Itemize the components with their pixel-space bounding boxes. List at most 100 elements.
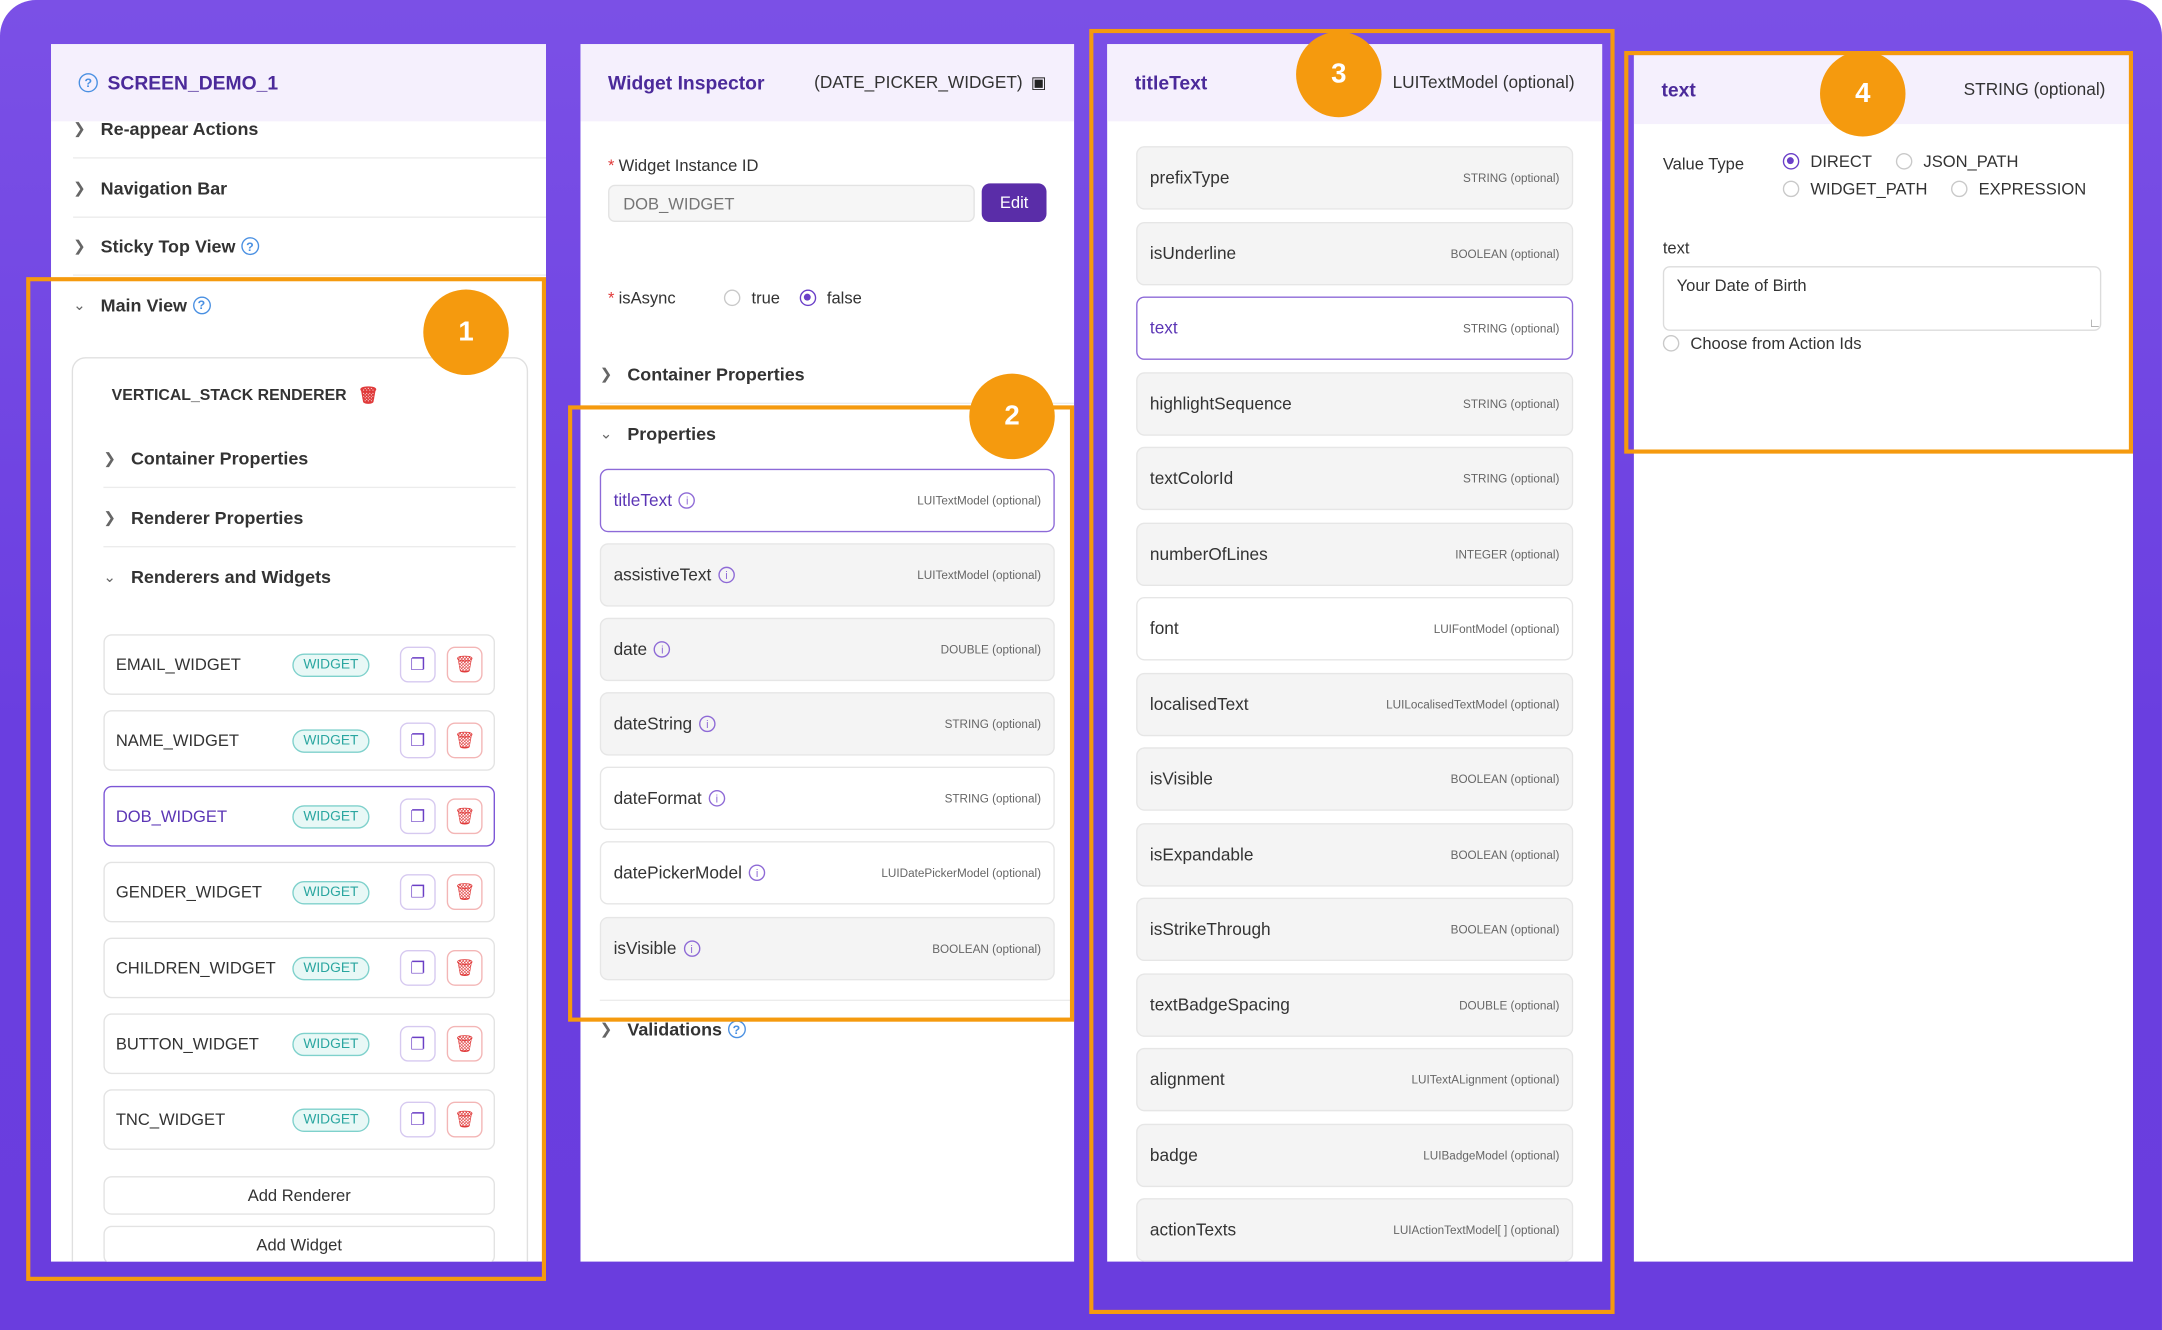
prop-name: dateString [613,714,693,734]
trash-icon[interactable]: 🗑 [446,874,483,911]
prop-type: BOOLEAN (optional) [1450,922,1560,937]
prop-type: STRING (optional) [1463,170,1560,185]
trash-icon[interactable]: 🗑 [446,798,483,835]
prop-name: alignment [1149,1069,1225,1090]
widget-row-gender[interactable]: GENDER_WIDGET WIDGET ❐ 🗑 [103,861,495,923]
title-text-prop-row[interactable]: text STRING (optional) [1136,296,1574,360]
prop-row[interactable]: assistiveText i LUITextModel (optional) [599,543,1055,607]
row-label: Properties [627,422,717,444]
title-text-prop-row[interactable]: textColorId STRING (optional) [1136,446,1574,511]
title-text-prop-row[interactable]: textBadgeSpacing DOUBLE (optional) [1136,972,1574,1037]
copy-icon[interactable]: ❐ [399,722,436,759]
trash-icon[interactable]: 🗑 [446,646,483,683]
chevron-right-icon: ❯ [73,180,86,198]
renderer-title-row: VERTICAL_STACK RENDERER 🗑 [112,386,379,405]
title-text-prop-row[interactable]: isUnderline BOOLEAN (optional) [1136,221,1574,285]
radio-json-path[interactable] [1895,153,1913,170]
info-icon[interactable]: i [678,492,696,509]
collapse-renderer-properties[interactable]: ❯ Renderer Properties [103,489,516,548]
title-text-prop-row[interactable]: isStrikeThrough BOOLEAN (optional) [1136,897,1574,962]
prop-row[interactable]: dateFormat i STRING (optional) [599,766,1055,831]
prop-type: STRING (optional) [1463,471,1560,486]
help-icon[interactable]: ? [727,1020,746,1039]
copy-icon[interactable]: ❐ [399,1025,436,1062]
trash-icon[interactable]: 🗑 [446,949,483,986]
trash-icon[interactable]: 🗑 [446,722,483,759]
copy-icon[interactable]: ❐ [399,646,436,683]
copy-icon[interactable]: ❐ [399,874,436,911]
prop-row[interactable]: date i DOUBLE (optional) [599,617,1055,682]
info-icon[interactable]: i [708,790,726,807]
title-text-prop-row[interactable]: font LUIFontModel (optional) [1136,597,1574,661]
text-value-textarea[interactable]: Your Date of Birth [1662,266,2102,331]
collapse-container-properties[interactable]: ❯ Container Properties [103,430,516,489]
step-badge-2: 2 [969,373,1055,460]
widget-row-name[interactable]: NAME_WIDGET WIDGET ❐ 🗑 [103,710,495,771]
title-text-prop-row[interactable]: alignment LUITextALignment (optional) [1136,1047,1574,1112]
trash-icon[interactable]: 🗑 [358,386,379,405]
chevron-right-icon: ❯ [103,450,117,468]
chevron-right-icon: ❯ [103,510,117,527]
copy-icon[interactable]: ❐ [399,949,436,986]
copy-icon[interactable]: ❐ [399,1101,436,1138]
info-icon[interactable]: i [683,940,700,957]
trash-icon[interactable]: 🗑 [446,1101,483,1138]
prop-type: BOOLEAN (optional) [1450,847,1560,862]
help-icon[interactable]: ? [192,295,211,314]
add-renderer-button[interactable]: Add Renderer [103,1176,495,1215]
info-icon[interactable]: i [748,864,766,882]
title-text-prop-row[interactable]: highlightSequence STRING (optional) [1136,371,1574,436]
prop-type: LUILocalisedTextModel (optional) [1386,696,1560,711]
screenshot-stage: ? SCREEN_DEMO_1 ❯ Re-appear Actions ❯ Na… [0,0,2162,1330]
title-text-prop-row[interactable]: badge LUIBadgeModel (optional) [1136,1123,1574,1187]
prop-row[interactable]: titleText i LUITextModel (optional) [599,468,1055,533]
prop-type: LUITextModel (optional) [917,493,1041,508]
prop-type: STRING (optional) [1463,321,1560,336]
widget-row-tnc[interactable]: TNC_WIDGET WIDGET ❐ 🗑 [103,1089,495,1150]
resize-handle-icon[interactable]: ∟ [2089,316,2101,330]
widget-row-button[interactable]: BUTTON_WIDGET WIDGET ❐ 🗑 [103,1013,495,1075]
prop-row[interactable]: isVisible i BOOLEAN (optional) [599,916,1055,981]
info-icon[interactable]: i [699,715,716,733]
row-label: Container Properties [627,364,805,385]
title-text-prop-row[interactable]: isExpandable BOOLEAN (optional) [1136,822,1574,886]
widget-row-email[interactable]: EMAIL_WIDGET WIDGET ❐ 🗑 [103,634,495,695]
help-icon[interactable]: ? [78,73,98,93]
collapse-navigation-bar[interactable]: ❯ Navigation Bar [73,160,547,218]
label-text: Widget Instance ID [618,155,759,176]
instance-id-input[interactable] [608,184,975,222]
radio-false[interactable] [799,289,816,307]
radio-choose-action[interactable] [1662,335,1680,352]
collapse-reappear-actions[interactable]: ❯ Re-appear Actions [73,101,547,159]
row-label: Container Properties [130,448,309,469]
radio-true[interactable] [723,289,741,307]
step-badge-1: 1 [423,289,509,376]
title-text-prop-row[interactable]: prefixType STRING (optional) [1136,146,1574,210]
prop-row[interactable]: dateString i STRING (optional) [599,692,1055,756]
collapse-validations[interactable]: ❯ Validations ? [599,999,1075,1058]
add-widget-button[interactable]: Add Widget [103,1225,495,1262]
prop-type: STRING (optional) [944,791,1041,806]
widget-row-dob[interactable]: DOB_WIDGET WIDGET ❐ 🗑 [103,785,495,847]
copy-icon[interactable]: ❐ [399,798,436,835]
title-text-prop-row[interactable]: numberOfLines INTEGER (optional) [1136,521,1574,586]
title-text-prop-row[interactable]: localisedText LUILocalisedTextModel (opti… [1136,672,1574,736]
prop-row[interactable]: datePickerModel i LUIDatePickerModel (opt… [599,841,1055,905]
trash-icon[interactable]: 🗑 [446,1025,483,1062]
collapse-sticky-top-view[interactable]: ❯ Sticky Top View ? [73,218,547,276]
info-icon[interactable]: i [718,566,735,584]
prop-name: isExpandable [1149,844,1254,864]
widget-inspector-panel: Widget Inspector (DATE_PICKER_WIDGET) ▣ … [580,44,1075,1262]
title-text-prop-row[interactable]: actionTexts LUIActionTextModel[ ] (option… [1136,1198,1574,1262]
collapse-renderers-and-widgets[interactable]: ⌄ Renderers and Widgets [103,547,515,605]
radio-expression[interactable] [1951,180,1968,198]
widget-row-children[interactable]: CHILDREN_WIDGET WIDGET ❐ 🗑 [103,937,495,999]
radio-widget-path[interactable] [1782,180,1800,198]
text-field-label: text [1662,238,1690,258]
edit-button[interactable]: Edit [981,183,1047,222]
info-icon[interactable]: i [654,641,671,658]
prop-type: INTEGER (optional) [1455,546,1560,561]
help-icon[interactable]: ? [240,237,259,256]
title-text-prop-row[interactable]: isVisible BOOLEAN (optional) [1136,747,1574,811]
radio-direct[interactable] [1782,153,1800,170]
